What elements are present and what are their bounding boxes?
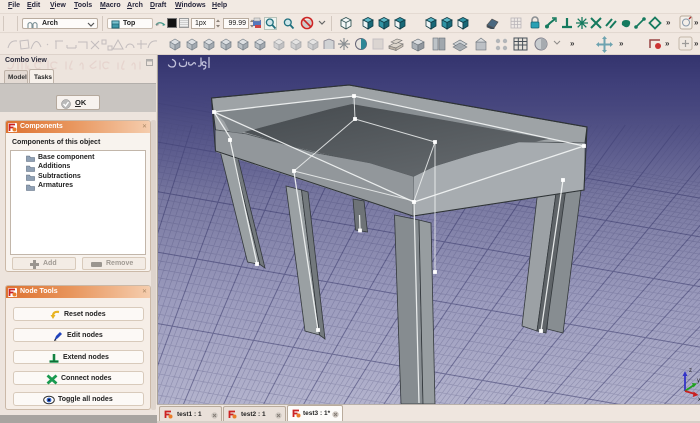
svg-text:z: z — [689, 368, 692, 374]
